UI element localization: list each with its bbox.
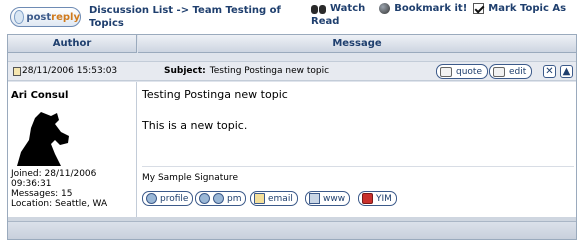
post-reply-label-1: post xyxy=(26,11,52,23)
quote-label: quote xyxy=(456,66,482,77)
post-subject: Subject: Testing Postinga new topic xyxy=(164,66,329,76)
subject-text: Testing Postinga new topic xyxy=(209,66,330,76)
bookmark-link[interactable]: Bookmark it! xyxy=(394,2,467,15)
edit-button[interactable]: edit xyxy=(489,64,533,79)
yim-button[interactable]: YIM xyxy=(358,191,397,206)
email-icon xyxy=(254,193,265,204)
watch-link[interactable]: Watch xyxy=(330,2,365,15)
profile-icon xyxy=(146,193,157,204)
profile-label: profile xyxy=(160,193,189,204)
pm-icon xyxy=(199,193,210,204)
message-line-1: Testing Postinga new topic xyxy=(142,88,288,101)
author-info: Joined: 28/11/2006 09:36:31 Messages: 15… xyxy=(11,169,108,209)
mark-read-link[interactable]: Mark Topic As xyxy=(488,2,566,15)
www-label: www xyxy=(323,193,346,204)
post-header-bar: 28/11/2006 15:53:03 Subject: Testing Post… xyxy=(8,61,576,81)
table-footer-bar xyxy=(8,221,576,239)
home-icon xyxy=(309,193,320,204)
avatar-dog xyxy=(17,112,69,166)
yim-label: YIM xyxy=(376,193,392,204)
mark-read-link-cont[interactable]: Read xyxy=(311,15,339,28)
email-label: email xyxy=(268,193,293,204)
top-toolbar: post reply Discussion List -> Team Testin… xyxy=(0,0,580,34)
edit-label: edit xyxy=(509,66,527,77)
breadcrumb[interactable]: Discussion List -> Team Testing of Topic… xyxy=(89,4,289,30)
post-date: 28/11/2006 15:53:03 xyxy=(22,66,118,76)
pm-label: pm xyxy=(227,193,242,204)
message-column-header: Message xyxy=(138,35,576,53)
globe-icon[interactable] xyxy=(379,3,391,14)
signature: My Sample Signature xyxy=(142,173,238,183)
delete-icon[interactable]: ✕ xyxy=(543,65,556,78)
pm-button[interactable]: pm xyxy=(195,191,247,206)
message-line-2: This is a new topic. xyxy=(142,119,248,132)
post-reply-button[interactable]: post reply xyxy=(10,7,81,27)
profile-button[interactable]: profile xyxy=(142,191,194,206)
pm-icon-2 xyxy=(213,193,224,204)
www-button[interactable]: www xyxy=(305,191,351,206)
post-reply-icon xyxy=(14,10,25,24)
yim-icon xyxy=(362,193,373,204)
post-icon xyxy=(13,67,21,76)
signature-divider xyxy=(142,166,574,167)
subject-label: Subject: xyxy=(164,66,206,76)
top-icon[interactable]: ▲ xyxy=(560,65,573,78)
post-table: Author Message 28/11/2006 15:53:03 Subje… xyxy=(7,34,577,240)
email-button[interactable]: email xyxy=(250,191,298,206)
author-column-header: Author xyxy=(8,35,137,53)
binoculars-icon[interactable] xyxy=(311,3,326,14)
quote-icon xyxy=(440,66,452,77)
edit-icon xyxy=(493,66,505,77)
checkbox-icon[interactable] xyxy=(473,3,485,14)
message-panel: Testing Postinga new topic This is a new… xyxy=(142,82,574,217)
quote-button[interactable]: quote xyxy=(436,64,488,79)
topic-actions: Watch Bookmark it! Mark Topic As Read xyxy=(311,2,579,28)
post-reply-label-2: reply xyxy=(51,11,80,23)
author-panel: Ari Consul Joined: 28/11/2006 09:36:31 M… xyxy=(8,82,137,217)
post-body-row: Ari Consul Joined: 28/11/2006 09:36:31 M… xyxy=(8,82,576,217)
author-name: Ari Consul xyxy=(11,90,69,101)
